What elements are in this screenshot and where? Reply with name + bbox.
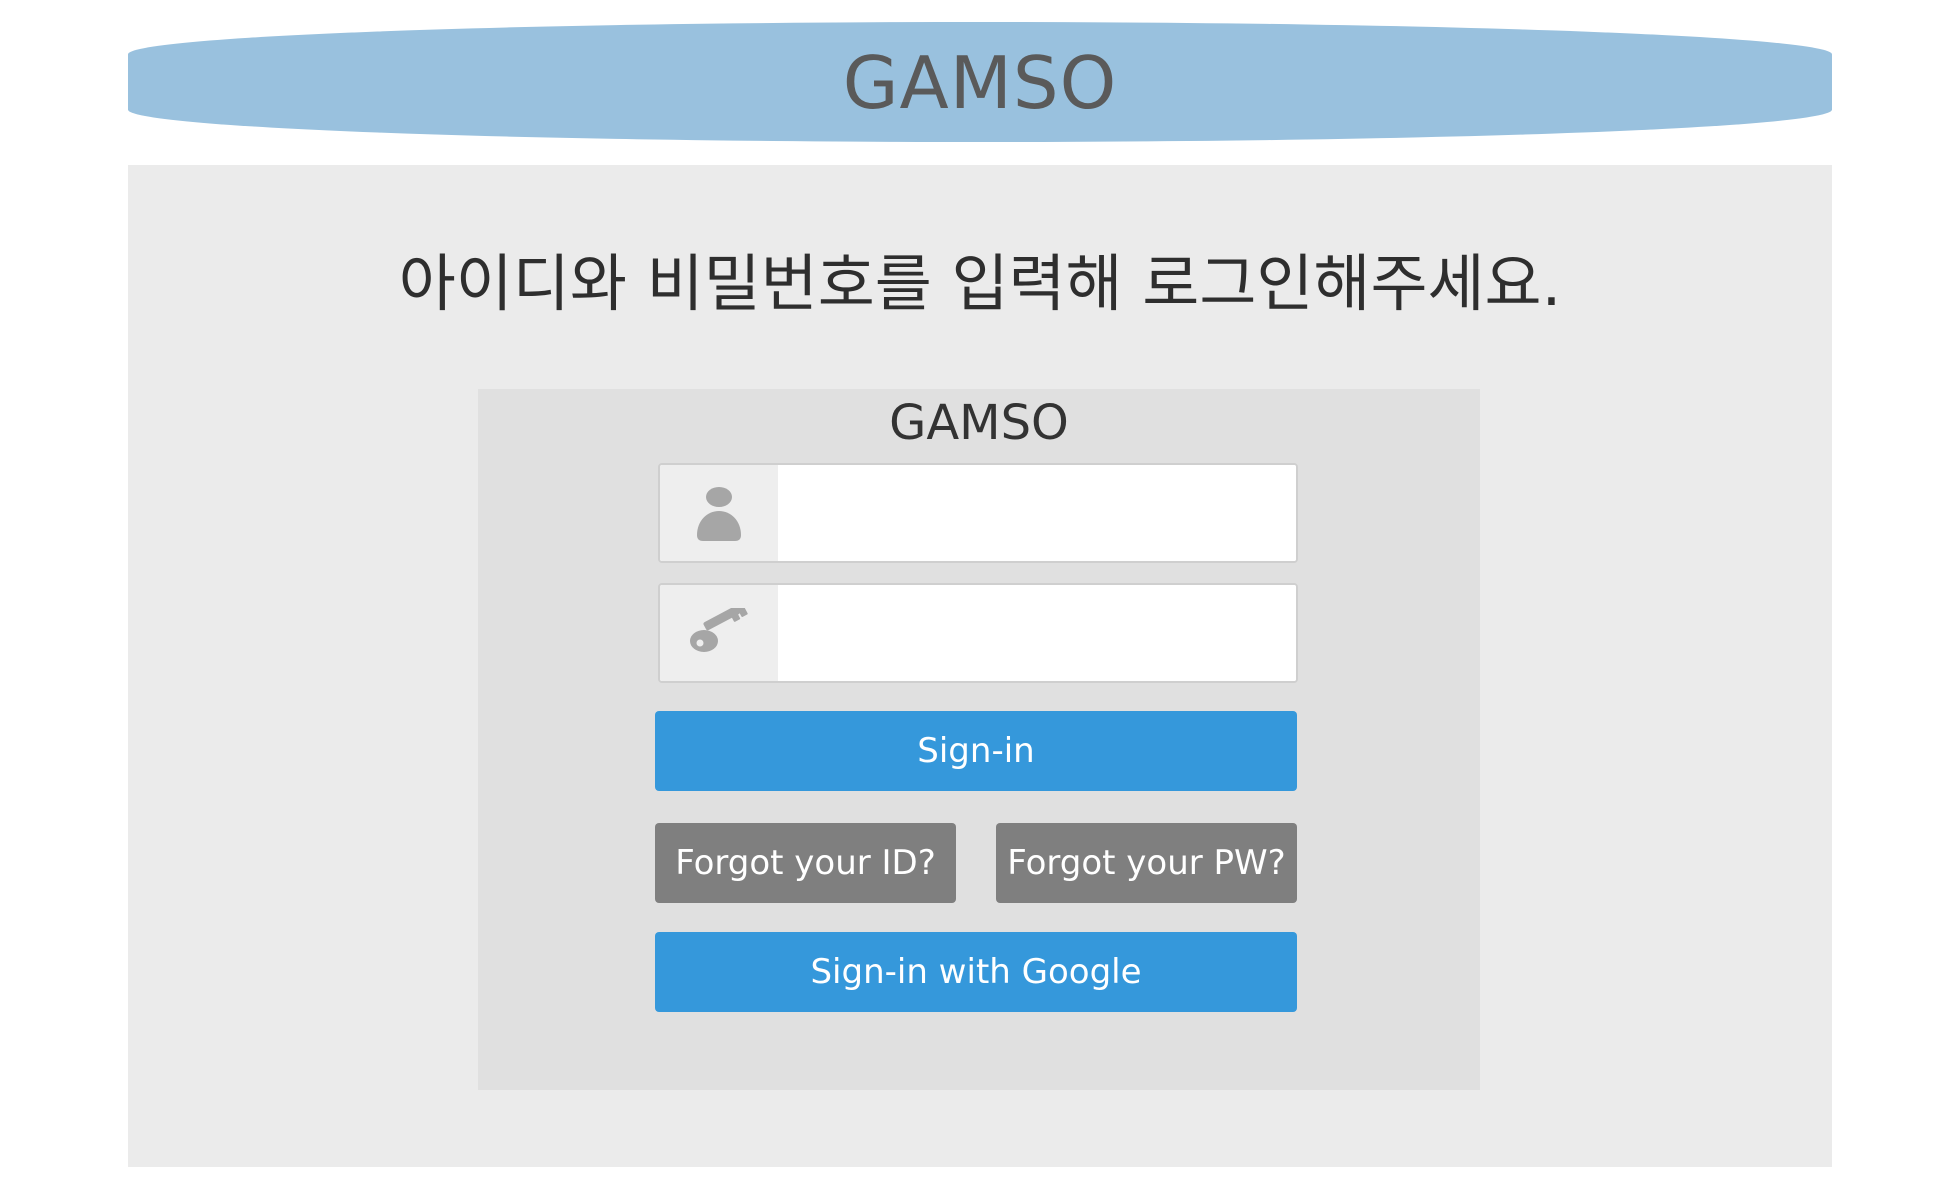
user-icon	[660, 465, 778, 561]
header-banner: GAMSO	[128, 22, 1832, 142]
main-panel: 아이디와 비밀번호를 입력해 로그인해주세요. GAMSO Sign-in Fo…	[128, 165, 1832, 1167]
username-input[interactable]	[778, 465, 1296, 561]
login-title: GAMSO	[889, 395, 1069, 451]
password-input-group	[658, 583, 1298, 683]
forgot-id-button[interactable]: Forgot your ID?	[655, 823, 956, 903]
app-title: GAMSO	[842, 41, 1118, 125]
key-icon	[660, 585, 778, 681]
login-form: GAMSO Sign-in Forgot your ID? Forgot you…	[478, 389, 1480, 1090]
signin-button[interactable]: Sign-in	[655, 711, 1297, 791]
password-input[interactable]	[778, 585, 1296, 681]
google-signin-button[interactable]: Sign-in with Google	[655, 932, 1297, 1012]
login-instruction: 아이디와 비밀번호를 입력해 로그인해주세요.	[398, 247, 1562, 320]
username-input-group	[658, 463, 1298, 563]
login-page: GAMSO 아이디와 비밀번호를 입력해 로그인해주세요. GAMSO Sign…	[0, 0, 1956, 1200]
forgot-pw-button[interactable]: Forgot your PW?	[996, 823, 1297, 903]
